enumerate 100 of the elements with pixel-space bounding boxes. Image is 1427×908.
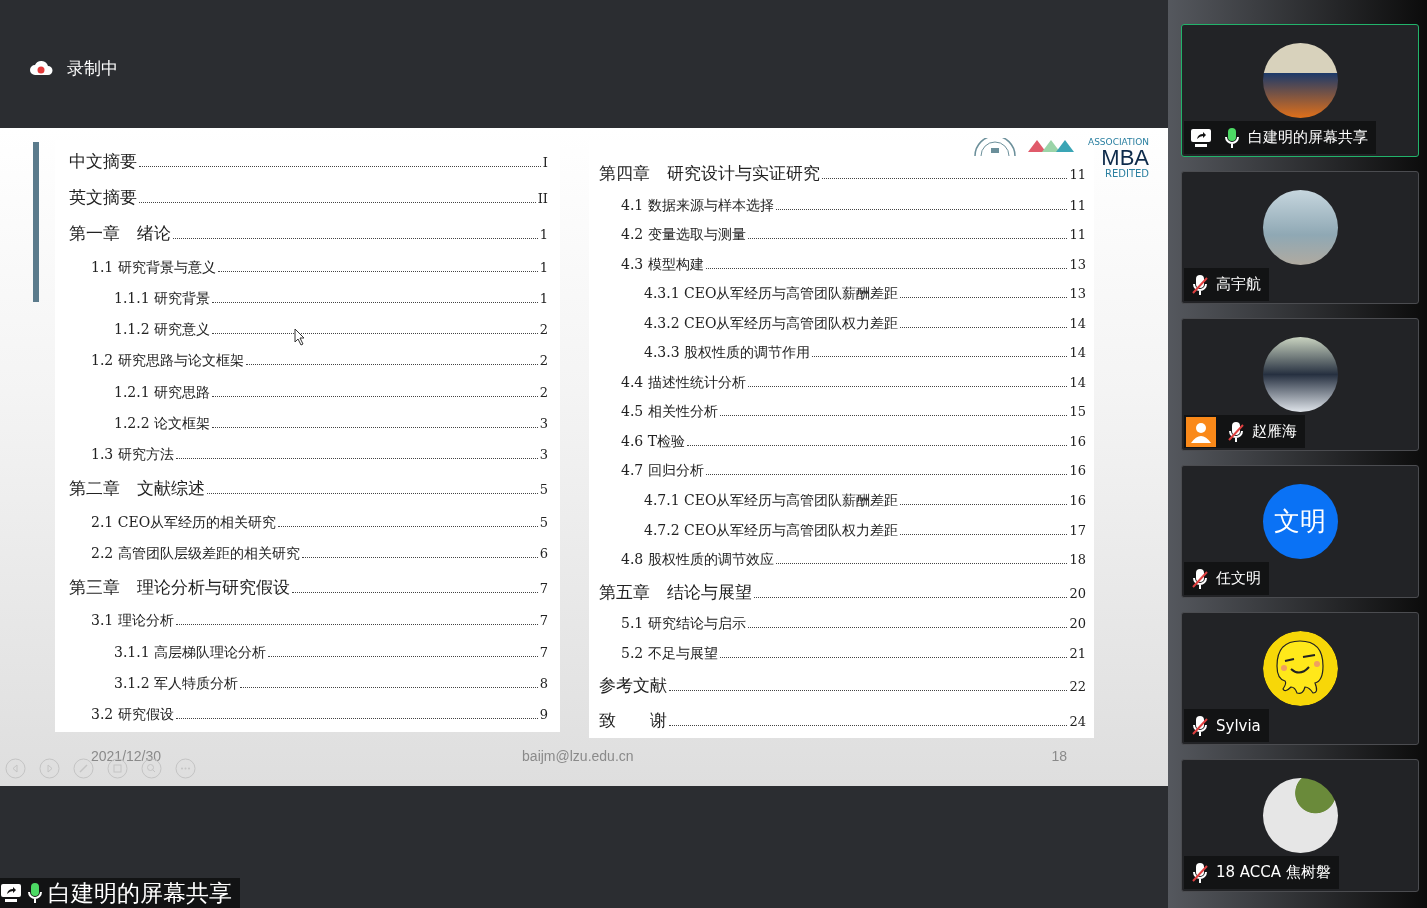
toc-page-number: 20 — [1069, 585, 1086, 601]
toc-page-number: 20 — [1069, 616, 1086, 632]
participant-tile[interactable]: 文明 任文明 — [1181, 465, 1419, 598]
toc-entry-title: 中文摘要 — [69, 150, 137, 173]
toc-page-number: 11 — [1069, 227, 1086, 243]
toc-page-number: 14 — [1069, 345, 1086, 361]
toc-entry-title: 3.1 理论分析 — [91, 612, 174, 631]
recording-cloud-icon — [29, 60, 53, 76]
toc-entry-title: 1.1 研究背景与意义 — [91, 258, 216, 277]
toc-page-number: 11 — [1069, 167, 1086, 182]
toc-page-number: 16 — [1069, 493, 1086, 508]
toc-entry-title: 3.1.2 军人特质分析 — [114, 674, 239, 693]
toc-entry-title: 1.2 研究思路与论文框架 — [91, 352, 244, 371]
slide-date: 2021/12/30 — [91, 748, 162, 764]
toc-entry-title: 4.3 模型构建 — [621, 255, 704, 274]
toc-entry-title: 1.2.1 研究思路 — [114, 383, 211, 402]
participant-name: 任文明 — [1216, 569, 1261, 588]
toc-page-number: 3 — [539, 447, 548, 463]
toc-page-number: 5 — [539, 514, 548, 530]
toc-entry-title: 第二章 文献综述 — [69, 477, 205, 501]
participant-name: 高宇航 — [1216, 275, 1261, 294]
participant-name: 18 ACCA 焦树磐 — [1216, 863, 1331, 882]
toc-page-number: 13 — [1069, 286, 1086, 302]
toc-entry-title: 第三章 理论分析与研究假设 — [69, 576, 290, 600]
participant-tile[interactable]: 白建明的屏幕共享 — [1181, 24, 1419, 157]
toc-entry-title: 第一章 绪论 — [69, 222, 171, 246]
participant-name: Sylvia — [1216, 716, 1261, 735]
participant-tile[interactable]: 高宇航 — [1181, 171, 1419, 304]
toc-entry-title: 5.2 不足与展望 — [621, 644, 718, 663]
toc-page-number: 24 — [1069, 713, 1086, 729]
toc-page-number: 14 — [1069, 374, 1086, 390]
toc-page-number: II — [537, 191, 548, 207]
toc-entry-title: 致 谢 — [599, 708, 667, 732]
university-seal-icon — [972, 138, 1018, 156]
participant-tile[interactable]: 18 ACCA 焦树磐 — [1181, 759, 1419, 892]
toc-entry-title: 参考文献 — [599, 674, 667, 698]
toc-entry-title: 1.1.1 研究背景 — [114, 289, 211, 308]
toc-entry-title: 4.7.1 CEO从军经历与高管团队薪酬差距 — [644, 492, 899, 510]
toc-page-number: 1 — [539, 259, 548, 275]
toc-page-number: I — [542, 155, 548, 170]
toc-page-number: 15 — [1069, 404, 1086, 420]
slide-email: baijm@lzu.edu.cn — [522, 748, 634, 764]
toc-page-number: 2 — [539, 322, 548, 338]
toc-entry-title: 1.3 研究方法 — [91, 446, 174, 465]
mouse-cursor-icon — [294, 328, 306, 346]
toc-page-number: 2 — [539, 384, 548, 400]
toc-page-number: 3 — [539, 415, 548, 431]
toc-entry-title: 4.1 数据来源与样本选择 — [621, 196, 774, 215]
participant-tile[interactable]: Sylvia — [1181, 612, 1419, 745]
toc-entry-title: 5.1 研究结论与启示 — [621, 615, 746, 634]
toc-entry-title: 第五章 结论与展望 — [599, 580, 752, 604]
toc-entry-title: 4.7.2 CEO从军经历与高管团队权力差距 — [644, 521, 899, 540]
toc-page-number: 2 — [539, 353, 548, 369]
participant-name: 赵雁海 — [1252, 422, 1297, 441]
toc-entry-title: 4.2 变量选取与测量 — [621, 226, 746, 245]
toc-entry-title: 2.2 高管团队层级差距的相关研究 — [91, 544, 300, 563]
toc-page-number: 7 — [539, 644, 548, 660]
screen-share-icon — [1190, 127, 1212, 148]
toc-page-number: 17 — [1069, 522, 1086, 538]
toc-page-number: 16 — [1069, 463, 1086, 479]
person-icon — [1186, 416, 1216, 447]
participant-name: 白建明的屏幕共享 — [1248, 128, 1368, 147]
participant-tile[interactable]: 赵雁海 — [1181, 318, 1419, 451]
toc-page-number: 21 — [1069, 645, 1086, 661]
more-icon[interactable] — [175, 758, 196, 779]
toc-page-number: 14 — [1069, 315, 1086, 331]
toc-page-number: 18 — [1069, 552, 1086, 568]
toc-page-number: 5 — [539, 482, 548, 498]
toc-page-number: 22 — [1069, 679, 1086, 695]
toc-page-number: 8 — [539, 675, 548, 691]
toc-entry-title: 2.1 CEO从军经历的相关研究 — [91, 513, 277, 532]
toc-page-number: 13 — [1069, 256, 1086, 272]
toc-entry-title: 英文摘要 — [69, 186, 137, 210]
slide-page-number: 18 — [1051, 748, 1068, 764]
toc-entry-title: 4.3.1 CEO从军经历与高管团队薪酬差距 — [644, 285, 899, 304]
toc-page-number: 7 — [539, 581, 548, 597]
toc-page-number: 11 — [1069, 197, 1086, 213]
toc-entry-title: 1.1.2 研究意义 — [114, 321, 211, 340]
toc-page-number: 1 — [539, 227, 548, 243]
toc-entry-title: 第四章 研究设计与实证研究 — [599, 162, 820, 185]
toc-entry-title: 4.4 描述性统计分析 — [621, 373, 746, 392]
initials-avatar: 文明 — [1262, 484, 1338, 559]
toc-entry-title: 4.8 股权性质的调节效应 — [621, 551, 774, 570]
toc-page-number: 6 — [539, 545, 548, 561]
toc-entry-title: 4.5 相关性分析 — [621, 403, 718, 422]
toc-page-number: 9 — [539, 707, 548, 722]
prev-icon[interactable] — [5, 758, 26, 779]
toc-page-number: 7 — [539, 613, 548, 629]
toc-entry-title: 4.7 回归分析 — [621, 462, 704, 481]
next-icon[interactable] — [39, 758, 60, 779]
toc-page-number: 1 — [539, 290, 548, 306]
presenter-name: 白建明的屏幕共享 — [48, 878, 232, 908]
toc-entry-title: 4.6 T检验 — [621, 432, 686, 451]
toc-entry-title: 4.3.3 股权性质的调节作用 — [644, 344, 811, 363]
recording-label: 录制中 — [67, 56, 118, 80]
toc-entry-title: 3.1.1 高层梯队理论分析 — [114, 643, 267, 662]
accreditation-logo: ASSOCIATION MBA REDITED — [1088, 138, 1150, 179]
toc-entry-title: 1.2.2 论文框架 — [114, 414, 211, 433]
toc-entry-title: 4.3.2 CEO从军经历与高管团队权力差距 — [644, 314, 899, 333]
toc-entry-title: 3.2 研究假设 — [91, 706, 174, 724]
